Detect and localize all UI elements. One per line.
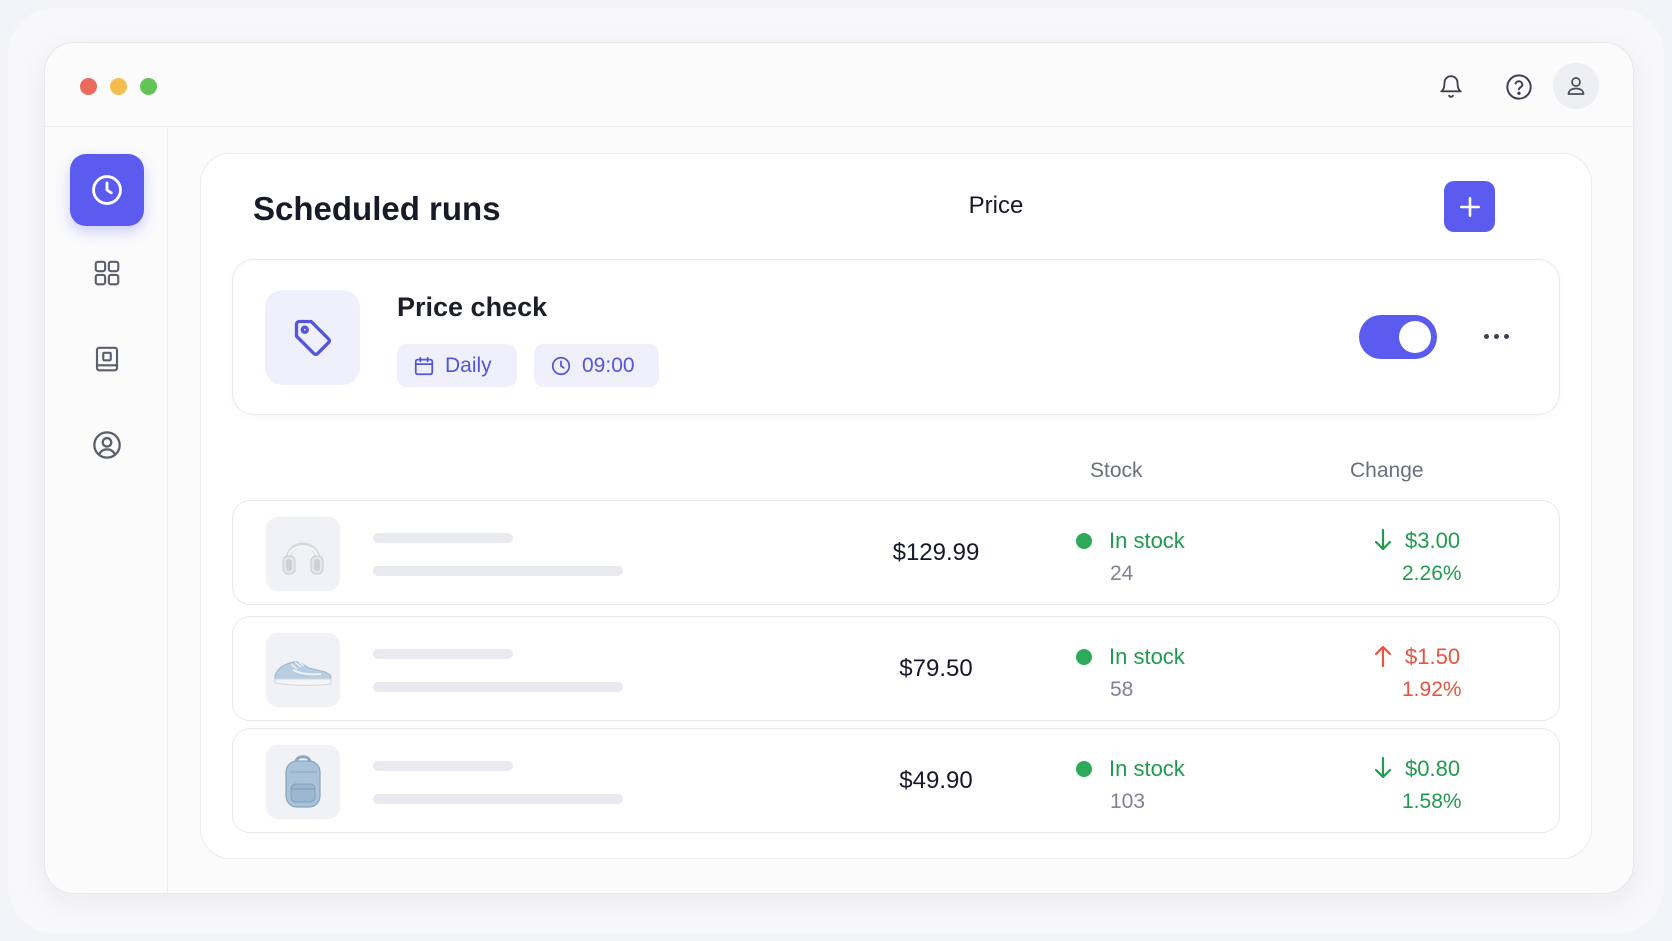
clock-icon [92,175,122,205]
product-name-placeholder [373,649,513,659]
product-name-placeholder [373,761,513,771]
stock-count: 24 [1110,562,1134,585]
product-thumbnail-headphones [266,517,340,591]
change-percent: 2.26% [1402,562,1462,585]
arrow-down-icon [1374,756,1392,779]
stock-status: In stock [1109,756,1185,781]
stock-status-dot [1076,761,1092,777]
user-menu-button[interactable] [1553,63,1599,109]
table-row[interactable]: $79.50 In stock 58 $1.50 1.92% [232,616,1560,721]
frequency-label: Daily [445,353,492,377]
user-icon [1567,77,1585,95]
product-thumbnail-sneaker [266,633,340,707]
stock-status-dot [1076,533,1092,549]
column-header-change: Change [1350,459,1424,482]
schedule-name: Price check [397,292,548,322]
stock-count: 103 [1110,790,1146,813]
product-detail-placeholder [373,682,623,692]
schedule-card[interactable]: Price check Daily 09:00 [232,259,1560,415]
column-header-stock: Stock [1090,459,1143,482]
tag-icon [294,319,331,356]
price-value: $49.90 [899,767,973,794]
frequency-chip[interactable]: Daily [397,344,517,387]
plus-icon [1459,196,1480,217]
add-schedule-button[interactable] [1444,181,1495,232]
change-amount: $0.80 [1405,756,1461,781]
table-row[interactable]: $49.90 In stock 103 $0.80 1.58% [232,728,1560,833]
table-row[interactable]: $129.99 In stock 24 $3.00 2.26% [232,500,1560,605]
headphones-image [282,542,324,575]
column-header-price: Price [968,192,1024,219]
price-value: $129.99 [892,539,980,566]
sidebar-item-schedules[interactable] [70,154,144,226]
backpack-image [285,755,321,808]
app-window: Scheduled runs Price check Daily 09:00 P… [44,42,1634,894]
schedule-icon-tile [265,290,360,385]
price-value: $79.50 [899,655,973,682]
title-bar [45,43,1633,127]
stock-status-dot [1076,649,1092,665]
change-amount: $1.50 [1405,644,1461,669]
sidebar [45,127,168,893]
product-name-placeholder [373,533,513,543]
product-detail-placeholder [373,566,623,576]
more-icon [1483,333,1489,339]
sidebar-item-dashboard[interactable] [70,237,144,309]
scheduled-runs-panel: Scheduled runs Price check Daily 09:00 P… [200,153,1592,859]
time-label: 09:00 [582,353,635,377]
grid-icon [94,260,120,286]
bell-icon [1440,75,1462,98]
schedule-enabled-toggle[interactable] [1359,315,1437,359]
product-detail-placeholder [373,794,623,804]
sidebar-item-account[interactable] [70,409,144,481]
maximize-window-button[interactable] [140,78,157,95]
change-percent: 1.92% [1402,678,1462,701]
more-options-button[interactable] [1474,316,1518,356]
clock-icon [551,356,571,375]
stock-status: In stock [1109,644,1185,669]
sidebar-item-logs[interactable] [70,323,144,395]
help-button[interactable] [1499,67,1539,107]
sneaker-image [274,661,332,686]
product-thumbnail-backpack [266,745,340,819]
stock-count: 58 [1110,678,1134,701]
toggle-knob [1399,321,1431,353]
change-amount: $3.00 [1405,528,1461,553]
arrow-down-icon [1374,528,1392,551]
notifications-button[interactable] [1431,67,1471,107]
arrow-up-icon [1374,645,1392,668]
minimize-window-button[interactable] [110,78,127,95]
time-chip[interactable]: 09:00 [534,344,659,387]
page-title: Scheduled runs [253,190,501,227]
help-icon [1506,74,1532,100]
calendar-icon [414,356,434,375]
book-icon [95,346,119,372]
stock-status: In stock [1109,528,1185,553]
user-circle-icon [93,431,121,459]
close-window-button[interactable] [80,78,97,95]
change-percent: 1.58% [1402,790,1462,813]
